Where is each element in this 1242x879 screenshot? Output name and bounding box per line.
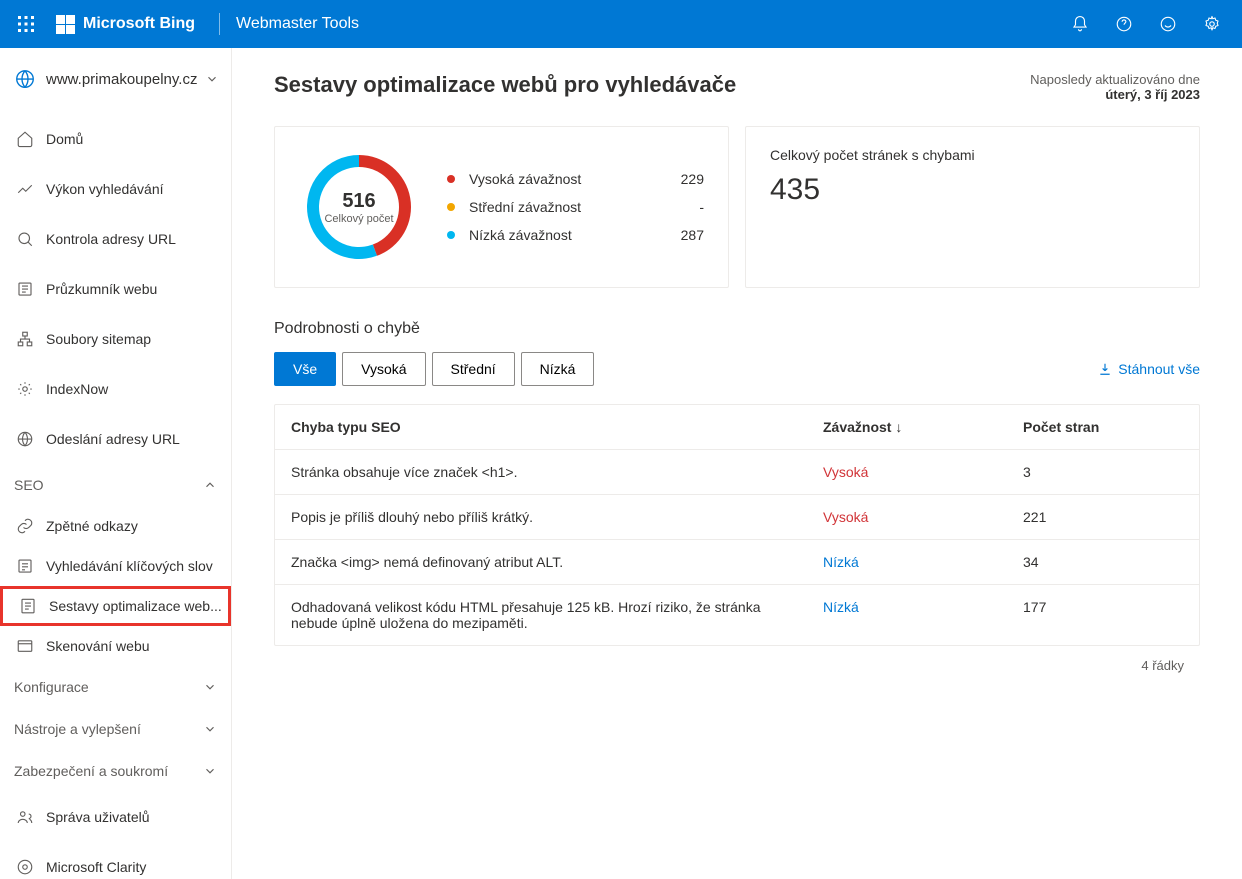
user-mgmt-icon <box>14 808 36 826</box>
seo-reports-icon <box>17 597 39 615</box>
globe-icon <box>14 68 36 90</box>
brand-text: Microsoft Bing <box>83 15 195 33</box>
table-row[interactable]: Stránka obsahuje více značek <h1>. Vysok… <box>275 450 1199 495</box>
col-header-count[interactable]: Počet stran <box>1023 419 1183 435</box>
filter-Nízká[interactable]: Nízká <box>521 352 595 386</box>
nav-group-config[interactable]: Konfigurace <box>0 666 231 708</box>
chevron-down-icon <box>203 764 217 778</box>
chevron-down-icon <box>205 72 219 86</box>
legend-high: Vysoká závažnost229 <box>447 165 704 193</box>
nav-group-security[interactable]: Zabezpečení a soukromí <box>0 750 231 792</box>
nav-item-sitemaps[interactable]: Soubory sitemap <box>0 314 231 364</box>
nav-item-search-perf[interactable]: Výkon vyhledávání <box>0 164 231 214</box>
legend-medium: Střední závažnost- <box>447 193 704 221</box>
sidebar: www.primakoupelny.cz Domů Výkon vyhledáv… <box>0 48 232 879</box>
backlinks-icon <box>14 517 36 535</box>
indexnow-icon <box>14 380 36 398</box>
product-name[interactable]: Webmaster Tools <box>236 15 359 33</box>
dot-icon <box>447 203 455 211</box>
col-header-severity[interactable]: Závažnost ↓ <box>823 419 1023 435</box>
dot-icon <box>447 231 455 239</box>
last-updated: Naposledy aktualizováno dne úterý, 3 říj… <box>1030 72 1200 102</box>
download-icon <box>1098 362 1112 376</box>
page-title: Sestavy optimalizace webů pro vyhledávač… <box>274 72 736 98</box>
nav-item-seo-reports[interactable]: Sestavy optimalizace web... <box>0 586 231 626</box>
sitemaps-icon <box>14 330 36 348</box>
chevron-down-icon <box>203 722 217 736</box>
nav-group-seo[interactable]: SEO <box>0 464 231 506</box>
summary-card: 516 Celkový počet Vysoká závažnost229 St… <box>274 126 729 288</box>
nav-item-keyword-research[interactable]: Vyhledávání klíčových slov <box>0 546 231 586</box>
feedback-icon[interactable] <box>1146 0 1190 48</box>
nav-group-tools[interactable]: Nástroje a vylepšení <box>0 708 231 750</box>
keyword-research-icon <box>14 557 36 575</box>
table-header: Chyba typu SEO Závažnost ↓ Počet stran <box>275 405 1199 450</box>
search-perf-icon <box>14 180 36 198</box>
nav-item-home[interactable]: Domů <box>0 114 231 164</box>
error-details-title: Podrobnosti o chybě <box>274 320 1200 338</box>
table-row[interactable]: Popis je příliš dlouhý nebo příliš krátk… <box>275 495 1199 540</box>
dot-icon <box>447 175 455 183</box>
url-inspect-icon <box>14 230 36 248</box>
severity-filter: VšeVysokáStředníNízká <box>274 352 600 386</box>
home-icon <box>14 130 36 148</box>
chevron-down-icon <box>203 680 217 694</box>
sort-down-icon: ↓ <box>895 419 902 435</box>
notifications-icon[interactable] <box>1058 0 1102 48</box>
nav-item-site-explorer[interactable]: Průzkumník webu <box>0 264 231 314</box>
site-name: www.primakoupelny.cz <box>46 71 205 88</box>
top-bar: Microsoft Bing Webmaster Tools <box>0 0 1242 48</box>
nav-item-url-submit[interactable]: Odeslání adresy URL <box>0 414 231 464</box>
url-submit-icon <box>14 430 36 448</box>
total-errors: 516 <box>342 190 375 213</box>
site-picker[interactable]: www.primakoupelny.cz <box>0 48 231 114</box>
nav-item-url-inspect[interactable]: Kontrola adresy URL <box>0 214 231 264</box>
main-content: Sestavy optimalizace webů pro vyhledávač… <box>232 48 1242 879</box>
pages-with-errors-card: Celkový počet stránek s chybami 435 <box>745 126 1200 288</box>
table-row[interactable]: Odhadovaná velikost kódu HTML přesahuje … <box>275 585 1199 645</box>
brand-logo[interactable]: Microsoft Bing <box>48 15 203 34</box>
severity-legend: Vysoká závažnost229 Střední závažnost- N… <box>447 165 704 249</box>
nav-item-clarity[interactable]: Microsoft Clarity <box>0 842 231 879</box>
col-header-error[interactable]: Chyba typu SEO <box>291 419 823 435</box>
divider <box>219 13 220 35</box>
settings-icon[interactable] <box>1190 0 1234 48</box>
severity-donut-chart: 516 Celkový počet <box>299 147 419 267</box>
nav-item-backlinks[interactable]: Zpětné odkazy <box>0 506 231 546</box>
download-all-button[interactable]: Stáhnout vše <box>1098 361 1200 377</box>
filter-Střední[interactable]: Střední <box>432 352 515 386</box>
error-table: Chyba typu SEO Závažnost ↓ Počet stran S… <box>274 404 1200 646</box>
table-row-count: 4 řádky <box>274 646 1200 685</box>
filter-Vše[interactable]: Vše <box>274 352 336 386</box>
help-icon[interactable] <box>1102 0 1146 48</box>
chevron-up-icon <box>203 478 217 492</box>
nav-item-user-mgmt[interactable]: Správa uživatelů <box>0 792 231 842</box>
table-row[interactable]: Značka <img> nemá definovaný atribut ALT… <box>275 540 1199 585</box>
legend-low: Nízká závažnost287 <box>447 221 704 249</box>
nav-item-indexnow[interactable]: IndexNow <box>0 364 231 414</box>
filter-Vysoká[interactable]: Vysoká <box>342 352 425 386</box>
clarity-icon <box>14 858 36 876</box>
nav-item-site-scan[interactable]: Skenování webu <box>0 626 231 666</box>
site-explorer-icon <box>14 280 36 298</box>
site-scan-icon <box>14 637 36 655</box>
microsoft-logo-icon <box>56 15 75 34</box>
app-launcher-icon[interactable] <box>8 6 44 42</box>
pages-with-errors-count: 435 <box>770 173 1175 207</box>
